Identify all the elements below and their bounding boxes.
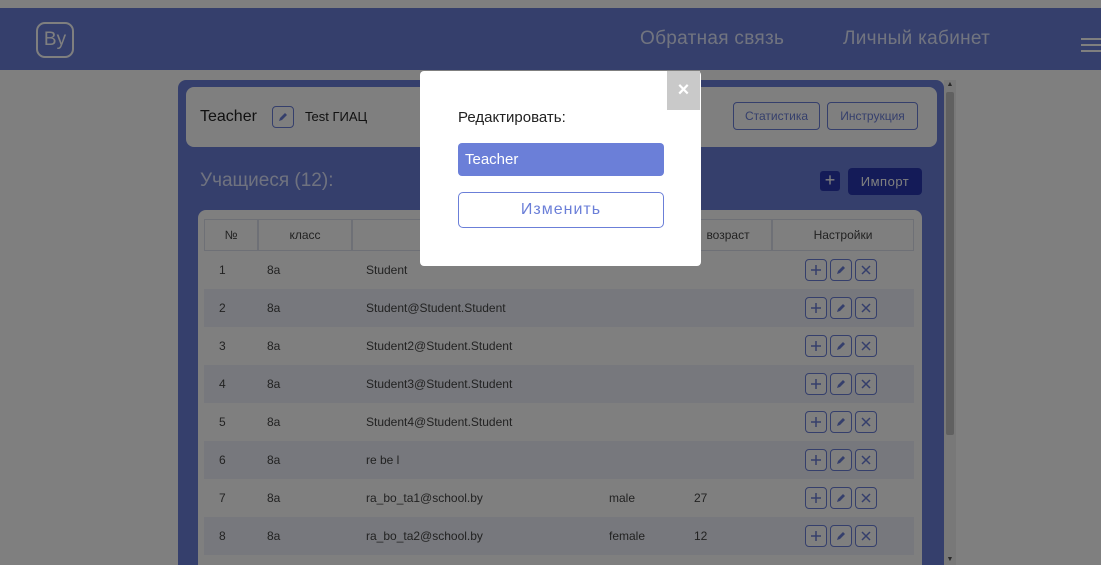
change-button[interactable]: Изменить <box>458 192 664 228</box>
close-icon[interactable]: × <box>667 71 700 110</box>
edit-role-input[interactable] <box>458 143 664 176</box>
modal-title: Редактировать: <box>458 109 566 126</box>
